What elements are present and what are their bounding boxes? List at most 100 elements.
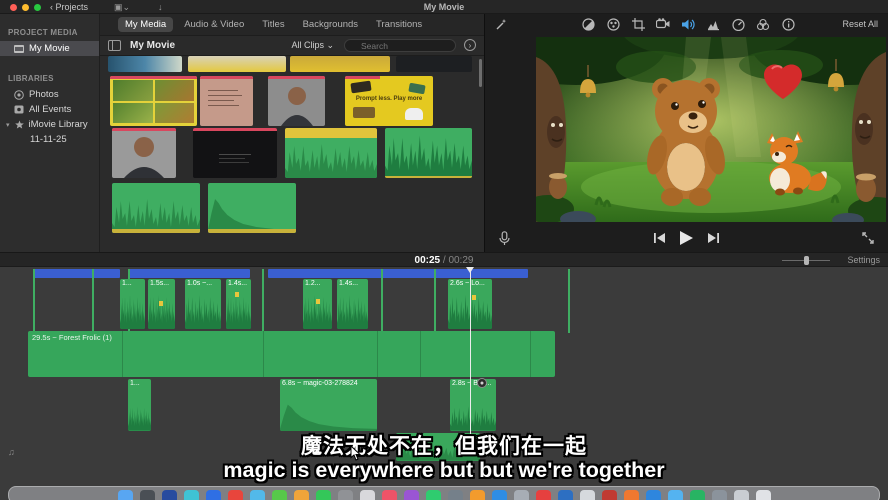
tab-my-media[interactable]: My Media [118,17,173,32]
media-thumbnail-audio[interactable] [112,183,200,233]
audio-clip[interactable]: 6.8s ~ magic-03-278824 [280,379,377,431]
dock-app-icon[interactable] [250,490,265,500]
title-clip[interactable] [268,269,528,278]
title-clip[interactable] [128,269,250,278]
dock-app-icon[interactable] [536,490,551,500]
speed-icon[interactable] [731,17,745,31]
media-thumbnail-bear-collage[interactable] [110,76,197,126]
skip-back-button[interactable] [654,233,666,243]
skip-forward-button[interactable] [707,233,719,243]
audio-clip[interactable]: 1.2... [303,279,332,329]
info-icon[interactable] [781,17,795,31]
dock-app-icon[interactable] [646,490,661,500]
dock-app-icon[interactable] [668,490,683,500]
timeline-zoom-slider[interactable] [782,260,830,261]
grid-scrollbar[interactable] [479,59,482,87]
dock-app-icon[interactable] [756,490,771,500]
audio-clip[interactable]: 2.8s ~ Bob... [450,379,496,431]
search-input[interactable] [344,39,456,52]
media-thumbnail-audio[interactable] [385,128,472,178]
dock-app-icon[interactable] [448,490,463,500]
tab-audio-video[interactable]: Audio & Video [177,17,251,32]
audio-clip[interactable]: 1.5s... [148,279,175,329]
dock-app-icon[interactable] [338,490,353,500]
clip-mute-badge[interactable]: ● [477,378,487,388]
dock-app-icon[interactable] [206,490,221,500]
media-thumbnail-audio[interactable] [285,128,377,178]
dock-app-icon[interactable] [624,490,639,500]
clip-label: 1.0s ~... [187,280,212,287]
tab-titles[interactable]: Titles [255,17,291,32]
reset-all-button[interactable]: Reset All [842,19,878,29]
audio-clip[interactable]: 1... [120,279,145,329]
dock-app-icon[interactable] [162,490,177,500]
color-balance-icon[interactable] [606,17,620,31]
audio-clip[interactable]: 1... [128,379,151,431]
noise-reduction-icon[interactable] [706,17,720,31]
dock-app-icon[interactable] [580,490,595,500]
dock-app-icon[interactable] [272,490,287,500]
media-thumbnail-presenter[interactable] [268,76,325,126]
dock-app-icon[interactable] [734,490,749,500]
playhead[interactable] [470,267,471,435]
media-thumbnail-audio[interactable] [208,183,296,233]
sidebar-item-library-date[interactable]: 11-11-25 [0,132,99,147]
dock-app-icon[interactable] [184,490,199,500]
timeline-settings-button[interactable]: Settings [847,255,880,265]
libraries-header: LIBRARIES [8,74,99,83]
media-thumbnail[interactable] [108,56,182,72]
dock-app-icon[interactable] [492,490,507,500]
media-thumbnail-presenter[interactable] [112,128,176,178]
clip-size-icon[interactable]: › [464,39,476,51]
crop-icon[interactable] [631,17,645,31]
volume-icon[interactable] [681,17,695,31]
dock-app-icon[interactable] [360,490,375,500]
media-thumbnail-notes[interactable] [200,76,253,126]
media-thumbnail[interactable] [396,56,472,72]
tab-transitions[interactable]: Transitions [369,17,429,32]
playhead-handle[interactable] [466,267,474,273]
dock-app-icon[interactable] [294,490,309,500]
sidebar-item-all-events[interactable]: All Events [0,102,99,117]
dock-app-icon[interactable] [470,490,485,500]
dock-app-icon[interactable] [316,490,331,500]
video-viewer [536,37,886,222]
media-thumbnail[interactable] [290,56,390,72]
dock-app-icon[interactable] [712,490,727,500]
audio-clip[interactable]: 1.4s... [337,279,368,329]
color-correction-icon[interactable] [581,17,595,31]
main-video-clip[interactable]: 29.5s ~ Forest Frolic (1) [28,331,555,377]
macos-dock [8,486,880,500]
filmstrip-icon [14,45,24,53]
play-button[interactable] [680,231,693,245]
audio-clip[interactable]: 1.0s ~... [185,279,221,329]
dock-app-icon[interactable] [118,490,133,500]
dock-app-icon[interactable] [140,490,155,500]
media-thumbnail-promo[interactable]: Prompt less. Play more [345,76,433,126]
disclosure-chevron-icon[interactable]: ▾ [6,121,10,129]
enhance-wand-icon[interactable] [495,18,508,31]
audio-clip[interactable]: 1.4s... [226,279,251,329]
zoom-slider-thumb[interactable] [804,256,809,265]
sidebar-item-label: iMovie Library [29,119,88,130]
media-thumbnail-screen-recording[interactable] [193,128,277,178]
dock-app-icon[interactable] [228,490,243,500]
tab-backgrounds[interactable]: Backgrounds [296,17,365,32]
clip-filter-dropdown[interactable]: All Clips ⌄ [291,40,334,51]
sidebar-item-imovie-library[interactable]: ▾ iMovie Library [0,117,99,132]
dock-app-icon[interactable] [382,490,397,500]
media-thumbnail[interactable] [188,56,286,72]
title-clip[interactable] [33,269,120,278]
dock-app-icon[interactable] [602,490,617,500]
dock-app-icon[interactable] [426,490,441,500]
dock-app-icon[interactable] [514,490,529,500]
dock-app-icon[interactable] [558,490,573,500]
fullscreen-icon[interactable] [862,232,874,244]
sidebar-item-photos[interactable]: Photos [0,87,99,102]
toggle-sidebar-icon[interactable] [108,40,121,51]
stabilization-camera-icon[interactable] [656,17,670,31]
dock-app-icon[interactable] [404,490,419,500]
sidebar-item-my-movie[interactable]: My Movie [0,41,99,56]
dock-app-icon[interactable] [690,490,705,500]
effects-icon[interactable] [756,17,770,31]
